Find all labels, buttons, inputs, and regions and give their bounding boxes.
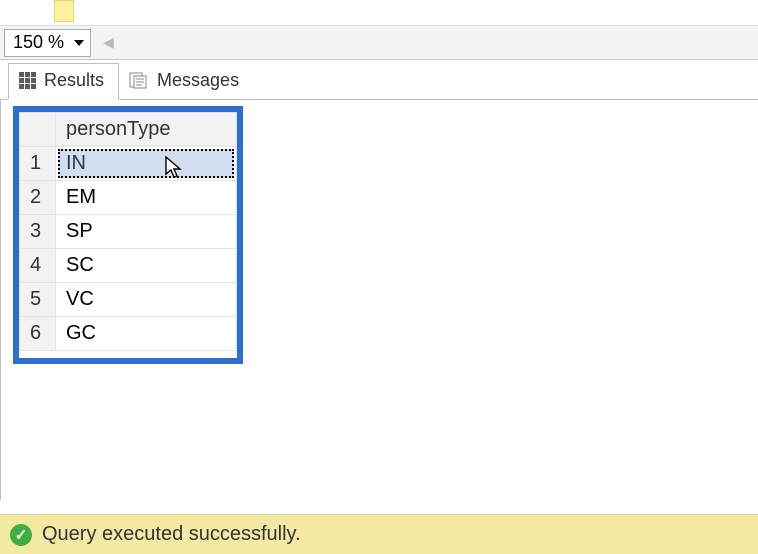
top-strip [0, 0, 758, 26]
column-header-persontype[interactable]: personType [56, 113, 237, 147]
zoom-toolbar: 150 % ◀ [0, 26, 758, 60]
success-icon: ✓ [10, 524, 32, 546]
row-number[interactable]: 3 [20, 215, 56, 249]
grid-icon [19, 72, 36, 89]
results-pane: personType 1 IN 2 EM 3 SP 4 SC [0, 100, 758, 500]
prev-arrow-icon: ◀ [103, 34, 114, 51]
row-number[interactable]: 6 [20, 317, 56, 351]
tab-messages-label: Messages [157, 70, 239, 91]
table-row[interactable]: 1 IN [20, 147, 237, 181]
row-number[interactable]: 5 [20, 283, 56, 317]
messages-icon [129, 72, 149, 90]
results-tabs: Results Messages [0, 60, 758, 100]
cell[interactable]: VC [56, 283, 237, 317]
rownum-header[interactable] [20, 113, 56, 147]
tab-results-label: Results [44, 70, 104, 91]
status-bar: ✓ Query executed successfully. [0, 514, 758, 554]
row-number[interactable]: 4 [20, 249, 56, 283]
table-row[interactable]: 4 SC [20, 249, 237, 283]
query-tab-indicator [54, 0, 74, 22]
table-row[interactable]: 2 EM [20, 181, 237, 215]
table-row[interactable]: 3 SP [20, 215, 237, 249]
table-row[interactable]: 6 GC [20, 317, 237, 351]
status-message: Query executed successfully. [42, 523, 301, 546]
zoom-dropdown[interactable]: 150 % [4, 29, 91, 57]
cell[interactable]: EM [56, 181, 237, 215]
zoom-value: 150 % [13, 32, 64, 53]
table-row[interactable]: 5 VC [20, 283, 237, 317]
header-row: personType [20, 113, 237, 147]
cell[interactable]: SP [56, 215, 237, 249]
chevron-down-icon [74, 40, 84, 46]
row-number[interactable]: 2 [20, 181, 56, 215]
cell[interactable]: GC [56, 317, 237, 351]
cell[interactable]: SC [56, 249, 237, 283]
cell-value: IN [66, 152, 86, 174]
results-highlight: personType 1 IN 2 EM 3 SP 4 SC [13, 106, 243, 364]
row-number[interactable]: 1 [20, 147, 56, 181]
results-grid[interactable]: personType 1 IN 2 EM 3 SP 4 SC [19, 112, 237, 351]
cell[interactable]: IN [56, 147, 237, 181]
tab-results[interactable]: Results [8, 63, 119, 100]
tab-messages[interactable]: Messages [119, 64, 253, 99]
